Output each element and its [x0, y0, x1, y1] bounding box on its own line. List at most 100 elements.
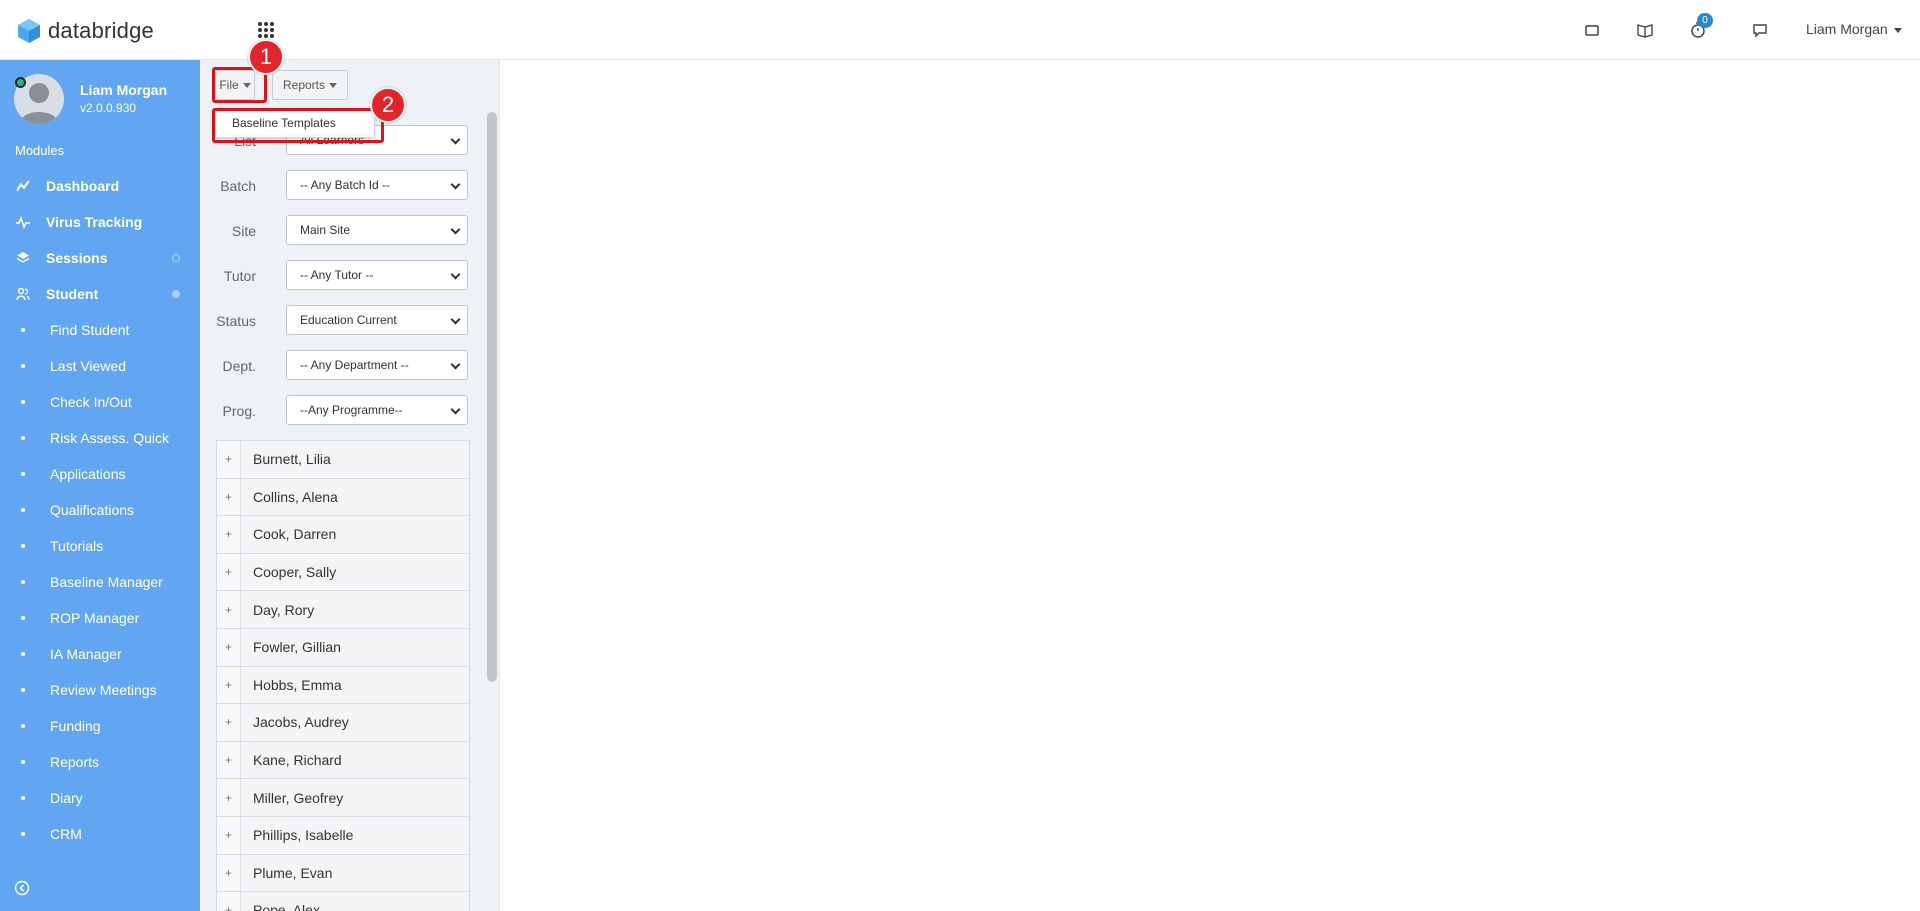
- filter-status: Status Education Current: [200, 305, 470, 335]
- chevron-down-icon: [450, 404, 461, 415]
- chevron-down-icon: [450, 134, 461, 145]
- modules-heading: Modules: [15, 143, 65, 158]
- filter-batch: Batch -- Any Batch Id --: [200, 170, 470, 200]
- sidebar-item-label: Risk Assess. Quick: [50, 430, 170, 446]
- sidebar-item-check-in-out[interactable]: Check In/Out: [0, 384, 200, 420]
- highlight-baseline-templates: [212, 108, 384, 143]
- list-item[interactable]: + Hobbs, Emma: [216, 665, 470, 704]
- sidebar-item-label: Qualifications: [50, 502, 135, 518]
- scrollbar-thumb[interactable]: [487, 112, 497, 682]
- filter-label: Dept.: [222, 358, 256, 374]
- expand-plus-icon[interactable]: +: [217, 741, 241, 779]
- chevron-down-icon: [329, 82, 338, 88]
- expand-plus-icon[interactable]: +: [217, 516, 241, 553]
- chevron-down-icon: [450, 179, 461, 190]
- window-icon[interactable]: [1582, 20, 1602, 40]
- status-select[interactable]: Education Current: [286, 305, 468, 335]
- chevron-down-icon: [450, 314, 461, 325]
- online-status-icon: [15, 77, 26, 88]
- student-filter-panel: File Reports List All Learners Batch -- …: [200, 60, 500, 911]
- sidebar-item-baseline-manager[interactable]: Baseline Manager: [0, 564, 200, 600]
- sidebar-item-label: IA Manager: [50, 646, 122, 662]
- expand-plus-icon[interactable]: +: [217, 854, 241, 892]
- expand-plus-icon[interactable]: +: [217, 816, 241, 854]
- sidebar-item-funding[interactable]: Funding: [0, 708, 200, 744]
- book-open-icon[interactable]: [1635, 20, 1655, 40]
- reports-menu-button[interactable]: Reports: [272, 70, 348, 100]
- profile-name: Liam Morgan: [80, 82, 168, 98]
- list-item[interactable]: + Cook, Darren: [216, 515, 470, 553]
- sidebar-item-tutorials[interactable]: Tutorials: [0, 528, 200, 564]
- sidebar-item-virus-tracking[interactable]: Virus Tracking: [0, 204, 200, 240]
- bullet-icon: [21, 436, 25, 440]
- tutor-select[interactable]: -- Any Tutor --: [286, 260, 468, 290]
- sidebar-item-label: Student: [46, 286, 99, 302]
- list-item[interactable]: + Burnett, Lilia: [216, 440, 470, 478]
- bullet-icon: [21, 400, 25, 404]
- list-item[interactable]: + Phillips, Isabelle: [216, 815, 470, 854]
- sidebar-item-label: Baseline Manager: [50, 574, 163, 590]
- expand-plus-icon[interactable]: +: [217, 628, 241, 666]
- bullet-icon: [21, 328, 25, 332]
- expand-plus-icon[interactable]: +: [217, 441, 241, 478]
- site-select[interactable]: Main Site: [286, 215, 468, 245]
- chat-icon[interactable]: [1750, 20, 1770, 40]
- student-list: + Burnett, Lilia + Collins, Alena + Cook, D…: [216, 440, 470, 911]
- student-name: Jacobs, Audrey: [253, 714, 349, 731]
- sidebar-item-last-viewed[interactable]: Last Viewed: [0, 348, 200, 384]
- collapse-sidebar-icon[interactable]: [14, 880, 30, 896]
- list-item[interactable]: + Kane, Richard: [216, 740, 470, 779]
- list-item[interactable]: + Miller, Geofrey: [216, 778, 470, 816]
- bullet-icon: [21, 616, 25, 620]
- sidebar-item-ia-manager[interactable]: IA Manager: [0, 636, 200, 672]
- expand-plus-icon[interactable]: +: [217, 591, 241, 628]
- programme-select[interactable]: --Any Programme--: [286, 395, 468, 425]
- list-item[interactable]: + Day, Rory: [216, 590, 470, 628]
- brand-name: databridge: [48, 18, 154, 43]
- department-select[interactable]: -- Any Department --: [286, 350, 468, 380]
- student-name: Pope, Alex: [253, 902, 320, 911]
- list-item[interactable]: + Fowler, Gillian: [216, 627, 470, 666]
- student-name: Collins, Alena: [253, 488, 338, 505]
- timer-notification[interactable]: 0: [1688, 13, 1713, 40]
- batch-select[interactable]: -- Any Batch Id --: [286, 170, 468, 200]
- sidebar-item-find-student[interactable]: Find Student: [0, 312, 200, 348]
- student-name: Burnett, Lilia: [253, 451, 331, 468]
- sidebar-item-sessions[interactable]: Sessions: [0, 240, 200, 276]
- top-bar: databridge 0 Liam Morgan: [0, 0, 1920, 60]
- sidebar-item-review-meetings[interactable]: Review Meetings: [0, 672, 200, 708]
- sidebar-item-rop-manager[interactable]: ROP Manager: [0, 600, 200, 636]
- sidebar-item-crm[interactable]: CRM: [0, 816, 200, 852]
- expand-plus-icon[interactable]: +: [217, 666, 241, 704]
- apps-grid-icon[interactable]: [258, 22, 274, 38]
- sidebar-item-risk-assess-quick[interactable]: Risk Assess. Quick: [0, 420, 200, 456]
- sidebar-item-qualifications[interactable]: Qualifications: [0, 492, 200, 528]
- expand-plus-icon[interactable]: +: [217, 704, 241, 741]
- list-item[interactable]: + Plume, Evan: [216, 853, 470, 892]
- layers-icon: [16, 252, 30, 263]
- bullet-icon: [21, 760, 25, 764]
- list-item[interactable]: + Pope, Alex: [216, 891, 470, 911]
- sidebar-item-applications[interactable]: Applications: [0, 456, 200, 492]
- expand-plus-icon[interactable]: +: [217, 779, 241, 816]
- filter-label: Status: [216, 313, 256, 329]
- student-name: Fowler, Gillian: [253, 639, 341, 656]
- list-item[interactable]: + Jacobs, Audrey: [216, 703, 470, 741]
- notification-badge: 0: [1697, 13, 1713, 28]
- chevron-down-icon: [450, 269, 461, 280]
- expand-plus-icon[interactable]: +: [217, 892, 241, 911]
- sidebar-item-dashboard[interactable]: Dashboard: [0, 168, 200, 204]
- sidebar-item-reports[interactable]: Reports: [0, 744, 200, 780]
- sidebar-item-student[interactable]: Student: [0, 276, 200, 312]
- list-item[interactable]: + Cooper, Sally: [216, 552, 470, 591]
- step-marker-2: 2: [370, 87, 406, 123]
- sidebar-item-diary[interactable]: Diary: [0, 780, 200, 816]
- expand-plus-icon[interactable]: +: [217, 553, 241, 591]
- brand-logo[interactable]: databridge: [18, 18, 154, 44]
- list-item[interactable]: + Collins, Alena: [216, 477, 470, 516]
- filter-site: Site Main Site: [200, 215, 470, 245]
- sidebar-item-label: Applications: [50, 466, 126, 482]
- expand-plus-icon[interactable]: +: [217, 478, 241, 516]
- bullet-icon: [21, 544, 25, 548]
- user-menu[interactable]: Liam Morgan: [1806, 21, 1902, 37]
